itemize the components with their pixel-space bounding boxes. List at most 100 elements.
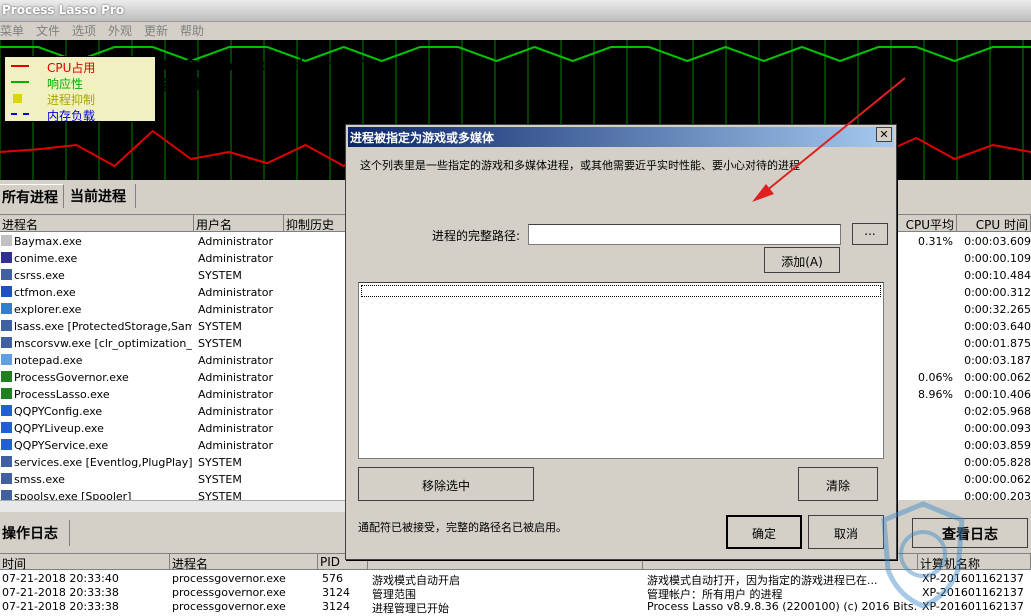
process-cpu-time: 0:00:00.062 [964,473,1031,486]
qq-icon [1,439,12,450]
log-col-process[interactable]: 进程名 [170,554,318,571]
col-header-user[interactable]: 用户名 [194,215,284,232]
process-cpu-time: 0:00:10.406 [964,388,1031,401]
app-icon [1,235,12,246]
process-user: SYSTEM [198,456,242,469]
process-cpu-time: 0:00:00.109 [964,252,1031,265]
app-window: Process Lasso Pro 菜单 文件 选项 外观 更新 帮助 CPU占… [0,0,1031,616]
notepad-icon [1,354,12,365]
pen-icon [1,286,12,297]
process-table-scrollbar[interactable] [0,500,345,512]
log-row[interactable]: 07-21-2018 20:33:40 processgovernor.exe 57… [0,571,1031,587]
legend-item-cpu: CPU占用 [5,58,155,75]
process-name: conime.exe [14,252,78,265]
ok-button[interactable]: 确定 [726,515,802,549]
menu-bar: 菜单 文件 选项 外观 更新 帮助 [0,22,1031,40]
window-icon [1,490,12,500]
qq-icon [1,405,12,416]
remove-selected-button[interactable]: 移除选中 [358,467,534,501]
dialog-status: 通配符已被接受，完整的路径名已被启用。 [358,521,567,534]
process-cpu-time: 0:00:00.062 [964,371,1031,384]
log-row[interactable]: 07-21-2018 20:33:38 processgovernor.exe 31… [0,599,1031,615]
games-list[interactable] [358,282,884,459]
process-name: QQPYLiveup.exe [14,422,104,435]
path-label: 进程的完整路径: [432,229,521,243]
process-user: SYSTEM [198,490,242,500]
process-name: QQPYService.exe [14,439,109,452]
process-user: Administrator [198,388,273,401]
graph-icon [1,371,12,382]
tab-current-processes[interactable]: 当前进程 [68,184,136,208]
log-time: 07-21-2018 20:33:38 [2,586,119,599]
log-machine: XP-201601162137 [922,600,1024,613]
add-button[interactable]: 添加(A) [764,247,840,273]
dialog-description: 这个列表里是一些指定的游戏和多媒体进程，或其他需要近乎实时性能、要小心对待的进程 [360,159,800,172]
process-name: csrss.exe [14,269,65,282]
log-row[interactable]: 07-21-2018 20:33:38 processgovernor.exe 31… [0,585,1031,601]
menu-item-appearance[interactable]: 外观 [108,22,132,39]
legend-swatch-responsiveness [11,81,29,83]
process-name: lsass.exe [ProtectedStorage,SamSs] [14,320,192,333]
log-proc: processgovernor.exe [172,586,286,599]
process-user: Administrator [198,235,273,248]
window-icon [1,337,12,348]
process-cpu-time: 0:00:03.859 [964,439,1031,452]
ime-icon [1,252,12,263]
legend-item-restraint: 进程抑制 [5,90,155,107]
process-user: Administrator [198,252,273,265]
tab-all-processes[interactable]: 所有进程 [0,184,64,208]
log-proc: processgovernor.exe [172,572,286,585]
col-header-name[interactable]: 进程名 [0,215,194,232]
process-cpu-time: 0:00:00.203 [964,490,1031,500]
process-user: SYSTEM [198,473,242,486]
games-list-focus [361,285,881,297]
path-input[interactable] [528,224,841,245]
process-name: notepad.exe [14,354,83,367]
process-user: Administrator [198,303,273,316]
log-col-machine[interactable]: 计算机名称 [918,554,1031,571]
probalance-status: 0个ProBalance抑制。今日0个。 游戏模式 [162,56,382,96]
process-cpu-time: 0:00:01.875 [964,337,1031,350]
process-cpu-time: 0:00:32.265 [964,303,1031,316]
col-header-cpu-avg[interactable]: CPU平均 [897,215,957,232]
process-name: ctfmon.exe [14,286,76,299]
graph-icon [1,388,12,399]
menu-item-update[interactable]: 更新 [144,22,168,39]
process-name: QQPYConfig.exe [14,405,103,418]
process-cpu-avg: 8.96% [918,388,953,401]
log-time: 07-21-2018 20:33:38 [2,600,119,613]
window-icon [1,456,12,467]
log-machine: XP-201601162137 [922,572,1024,585]
log-action: 进程管理已开始 [372,602,449,615]
col-header-cpu-time[interactable]: CPU 时间 [957,215,1031,232]
log-col-time[interactable]: 时间 [0,554,170,571]
window-icon [1,473,12,484]
process-user: Administrator [198,371,273,384]
log-proc: processgovernor.exe [172,600,286,613]
process-user: Administrator [198,405,273,418]
legend-label-memory: 内存负载 [47,109,96,123]
dialog-close-icon[interactable]: ✕ [876,127,892,142]
view-log-button[interactable]: 查看日志 [912,518,1028,548]
process-name: services.exe [Eventlog,PlugPlay] [14,456,192,469]
process-user: Administrator [198,439,273,452]
menu-item-help[interactable]: 帮助 [180,22,204,39]
menu-item-menu[interactable]: 菜单 [0,22,24,39]
process-user: SYSTEM [198,320,242,333]
log-machine: XP-201601162137 [922,586,1024,599]
process-name: explorer.exe [14,303,82,316]
cancel-button[interactable]: 取消 [808,515,884,549]
log-time: 07-21-2018 20:33:40 [2,572,119,585]
col-header-restraint-history[interactable]: 抑制历史 [284,215,346,232]
browse-button[interactable]: ... [852,223,888,245]
clear-button[interactable]: 清除 [798,467,878,501]
probalance-count-text: 0个ProBalance抑制。今日0个。 [162,58,383,74]
process-name: mscorsvw.exe [clr_optimization_v... [14,337,192,350]
process-user: Administrator [198,286,273,299]
window-icon [1,269,12,280]
process-cpu-time: 0:00:00.312 [964,286,1031,299]
legend-item-responsiveness: 响应性 [5,74,155,91]
menu-item-file[interactable]: 文件 [36,22,60,39]
log-pid: 3124 [322,586,350,599]
menu-item-options[interactable]: 选项 [72,22,96,39]
